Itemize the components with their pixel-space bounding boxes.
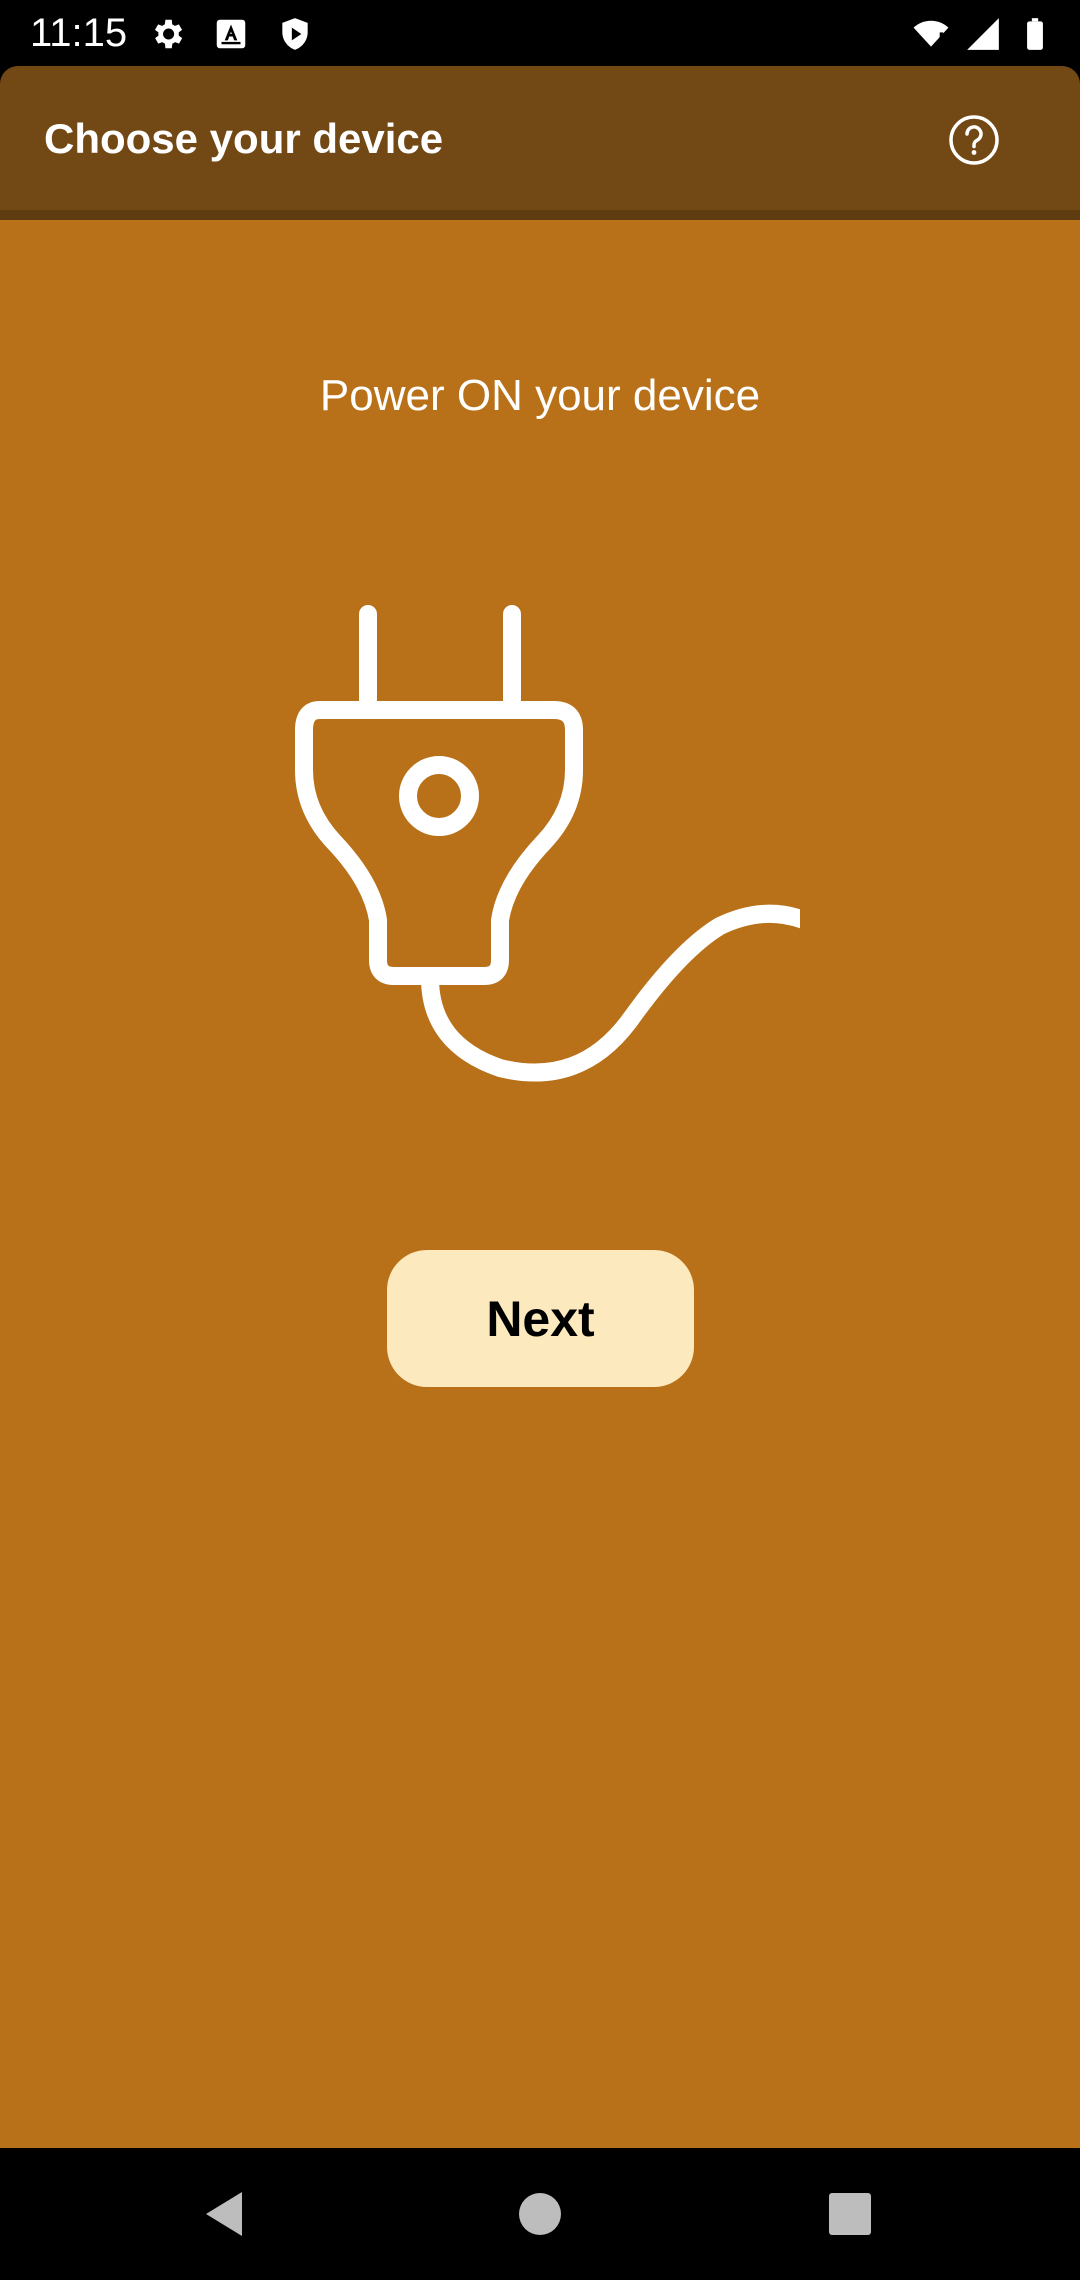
navigation-bar xyxy=(0,2148,1080,2280)
app-bar: Choose your device xyxy=(0,66,1080,210)
back-triangle-icon[interactable] xyxy=(194,2182,258,2246)
app-bar-divider xyxy=(0,210,1080,220)
power-plug-icon xyxy=(295,605,800,1082)
settings-icon xyxy=(154,19,183,49)
wifi-alert-icon xyxy=(913,20,949,47)
status-icons-right xyxy=(912,14,1054,54)
cell-signal-icon xyxy=(967,18,999,50)
content-area: Power ON your device Next xyxy=(0,220,1080,2148)
recents-square-icon[interactable] xyxy=(818,2182,882,2246)
status-bar: 11:15 xyxy=(0,0,1080,66)
screen: 11:15 Choose your device Power ON your d… xyxy=(0,0,1080,2280)
status-time: 11:15 xyxy=(30,11,128,55)
battery-icon xyxy=(1027,18,1043,50)
next-button[interactable]: Next xyxy=(387,1250,694,1387)
help-circle-icon[interactable] xyxy=(948,114,1000,166)
status-icons-left xyxy=(148,14,314,54)
instruction-text: Power ON your device xyxy=(319,371,761,420)
home-circle-icon[interactable] xyxy=(508,2182,572,2246)
a-box-icon xyxy=(216,19,246,49)
play-shield-icon xyxy=(282,18,308,50)
page-title: Choose your device xyxy=(44,115,444,162)
